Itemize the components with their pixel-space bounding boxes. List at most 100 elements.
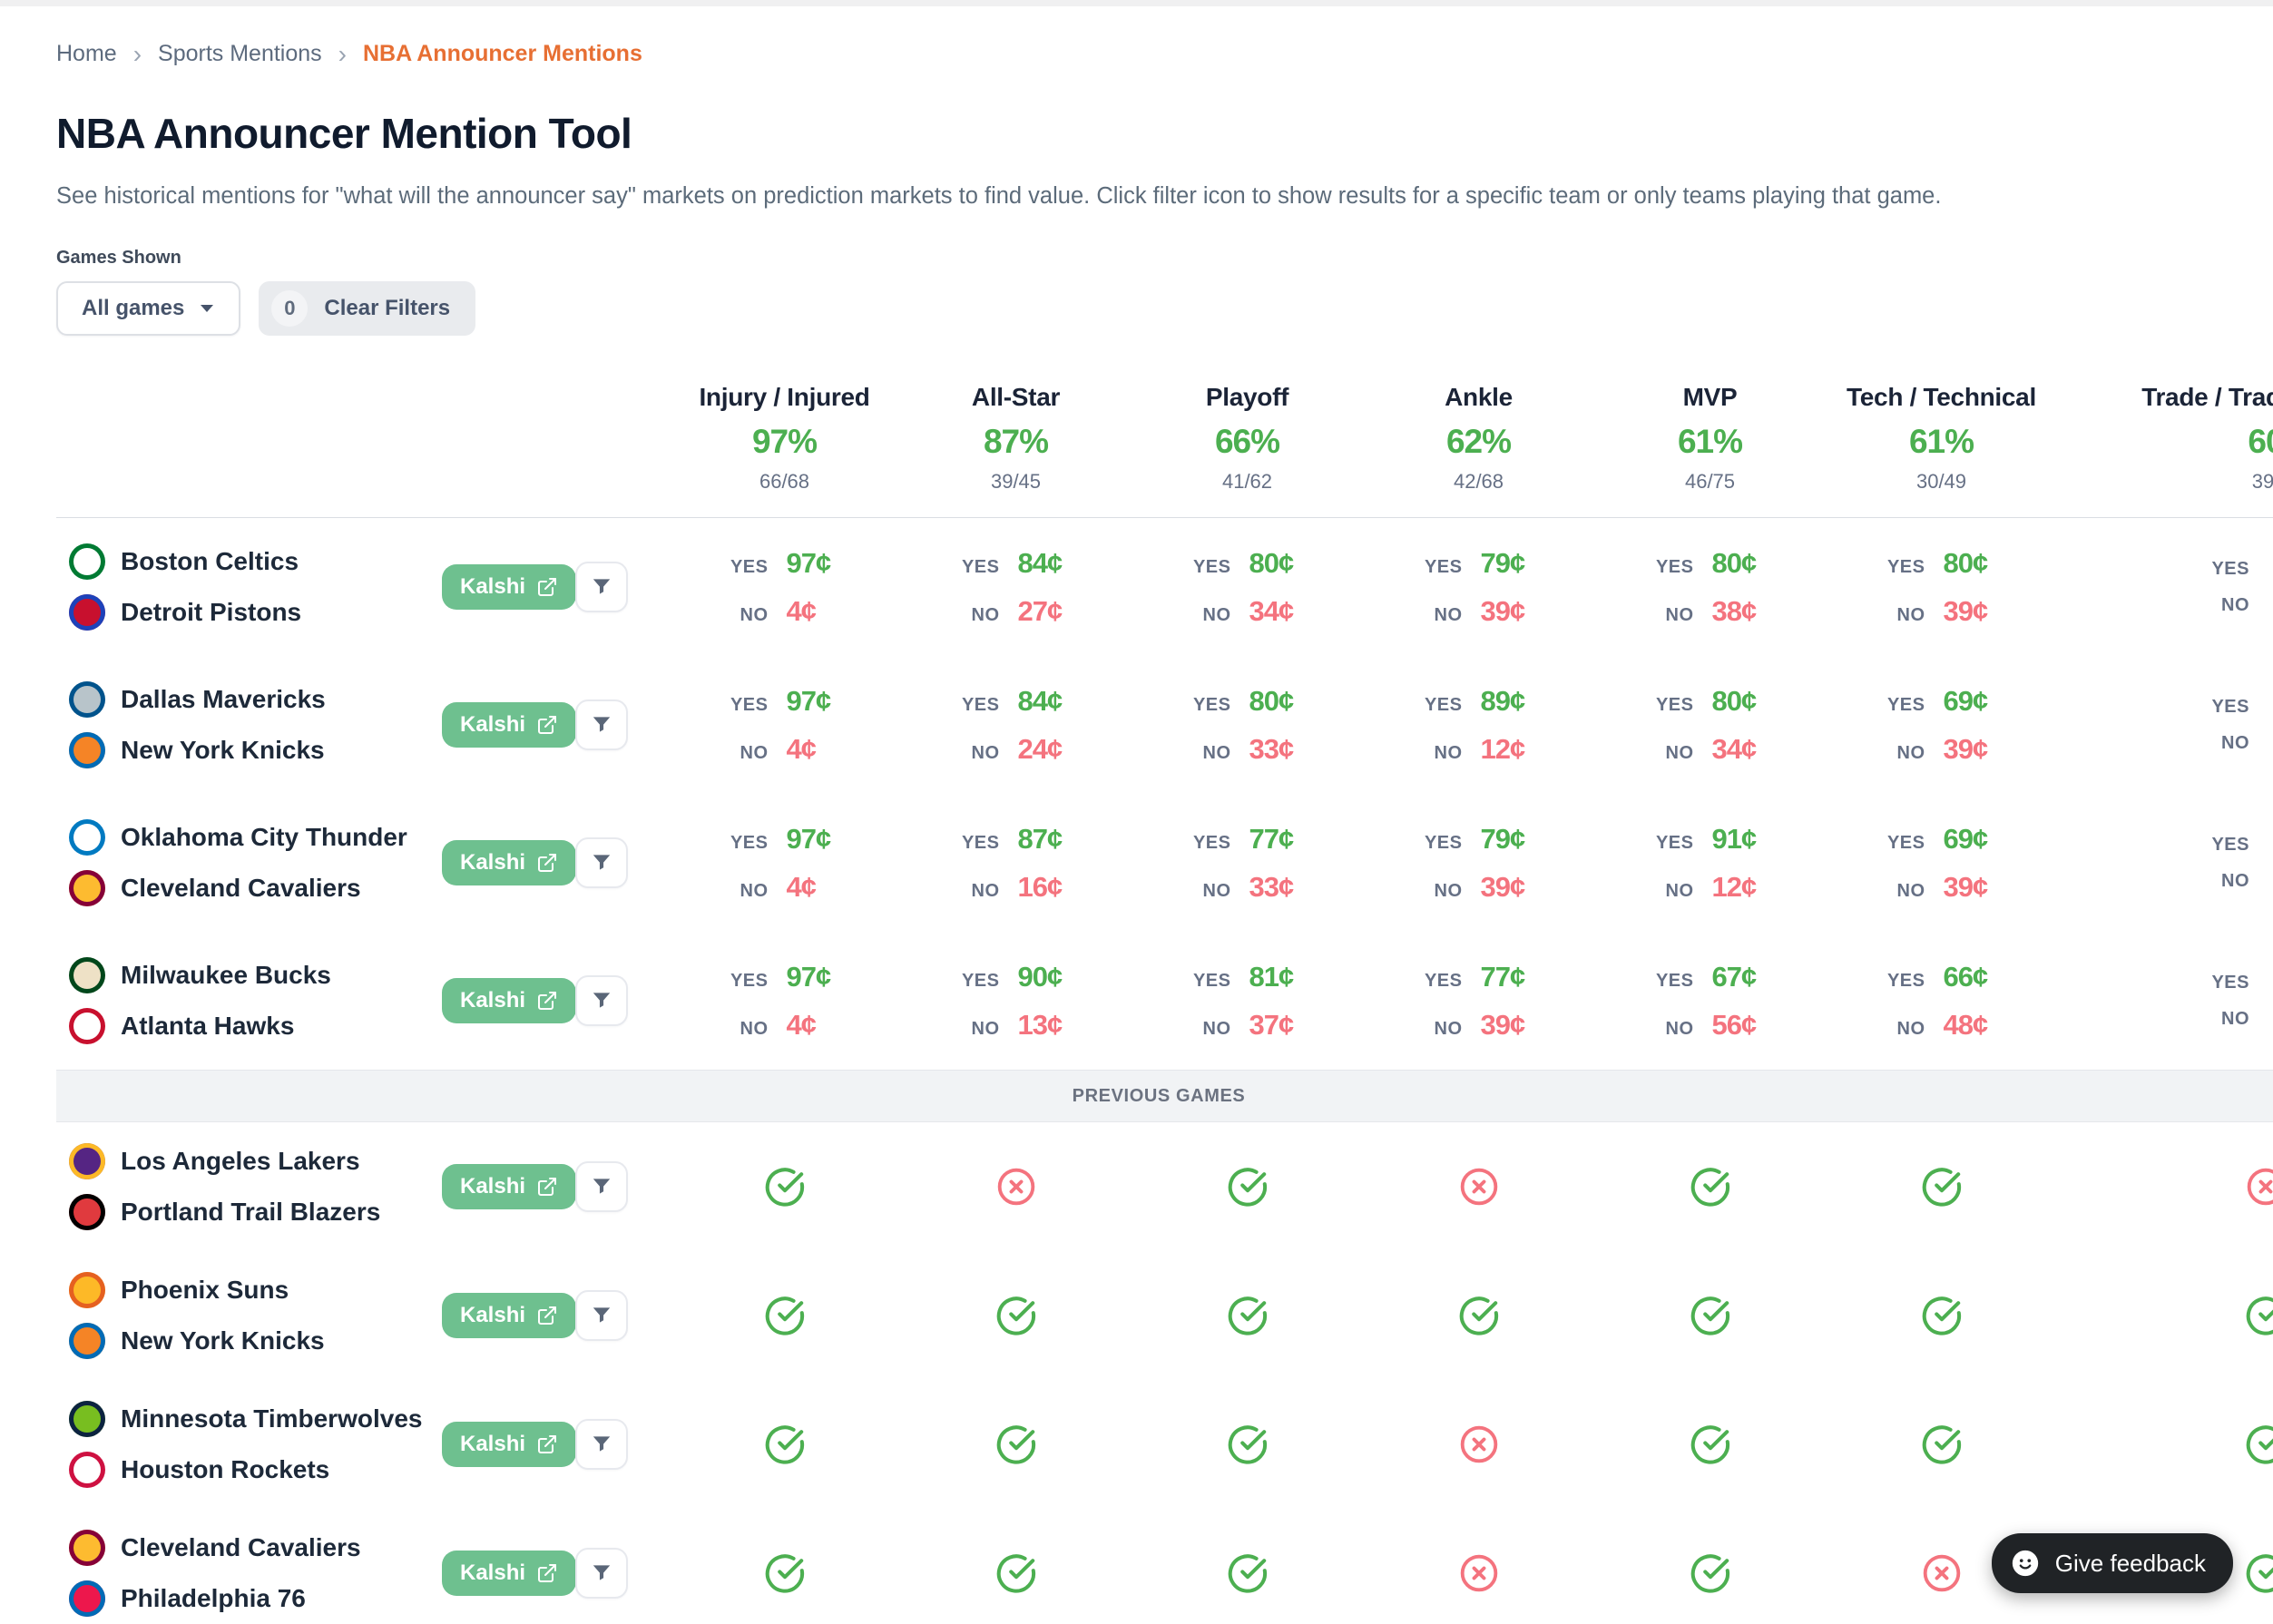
no-label: NO [1896, 1018, 1925, 1039]
kalshi-link-button[interactable]: Kalshi [442, 840, 577, 885]
yes-price: 79¢ [1480, 822, 1526, 855]
row-filter-button[interactable] [575, 837, 628, 888]
yes-label: YES [2211, 972, 2249, 993]
category-percentage: 66% [1214, 423, 1280, 460]
games-shown-dropdown[interactable]: All games [56, 281, 241, 336]
no-label: NO [1896, 880, 1925, 901]
row-filter-button[interactable] [575, 1419, 628, 1470]
no-price: 33¢ [1249, 732, 1295, 765]
kalshi-link-button[interactable]: Kalshi [442, 564, 577, 610]
market-price-cell: YES 77¢ NO 33¢ [1132, 823, 1363, 904]
kalshi-link-button[interactable]: Kalshi [442, 1422, 577, 1467]
breadcrumb-current: NBA Announcer Mentions [362, 41, 642, 66]
yes-price: 79¢ [1480, 546, 1526, 579]
yes-label: YES [961, 970, 1000, 991]
game-row: Dallas Mavericks New York Knicks Kalshi … [56, 656, 2273, 794]
no-price-row: NO 37¢ [1132, 1009, 1363, 1042]
row-filter-button[interactable] [575, 975, 628, 1026]
no-price: 27¢ [1017, 594, 1063, 627]
previous-game-row: Minnesota Timberwolves Houston Rockets K… [56, 1380, 2273, 1509]
yes-price: 90¢ [1017, 960, 1063, 993]
team-name: Los Angeles Lakers [121, 1147, 360, 1175]
market-price-cell: YES 84¢ NO 24¢ [900, 685, 1132, 766]
no-label: NO [1665, 1018, 1694, 1039]
team-logo [69, 819, 105, 856]
category-percentage: 87% [983, 423, 1049, 460]
row-filter-button[interactable] [575, 1548, 628, 1599]
no-price: 4¢ [786, 1008, 817, 1041]
yes-price-row: YES 97¢ [669, 823, 900, 856]
no-price: 33¢ [1249, 870, 1295, 903]
team-row-bottom: Portland Trail Blazers [69, 1194, 442, 1230]
yes-price: 67¢ [1711, 960, 1758, 993]
no-price: 38¢ [1711, 594, 1758, 627]
x-circle-icon [997, 1168, 1034, 1206]
team-row-top: Minnesota Timberwolves [69, 1401, 442, 1437]
result-cell [669, 1552, 900, 1594]
mentions-table: Injury / Injured 97% 66/68 All-Star 87% … [56, 383, 2273, 1624]
kalshi-link-button[interactable]: Kalshi [442, 702, 577, 748]
funnel-icon [593, 1436, 611, 1452]
category-name: MVP [1682, 383, 1738, 411]
matchup-cell: Dallas Mavericks New York Knicks [56, 681, 442, 768]
result-cell [669, 1166, 900, 1208]
category-name: Playoff [1205, 383, 1289, 411]
market-price-cell: YES 80¢ NO 39¢ [1826, 547, 2057, 628]
team-name: Milwaukee Bucks [121, 961, 331, 989]
chevron-right-icon: › [132, 39, 142, 68]
no-price-row: NO 34¢ [1594, 733, 1826, 766]
team-name: Houston Rockets [121, 1455, 330, 1483]
yes-label: YES [1424, 970, 1463, 991]
market-price-cell: YES 90¢ NO 13¢ [900, 961, 1132, 1042]
result-cell [1826, 1166, 2057, 1208]
kalshi-link-button[interactable]: Kalshi [442, 978, 577, 1023]
no-price-row: NO 33¢ [1132, 871, 1363, 904]
check-circle-icon [765, 1296, 804, 1335]
category-column-header: Ankle 62% 42/68 [1363, 383, 1594, 494]
games-shown-dropdown-value: All games [82, 296, 185, 320]
row-filter-button[interactable] [575, 562, 628, 612]
team-name: Cleveland Cavaliers [121, 874, 361, 902]
give-feedback-button[interactable]: Give feedback [1991, 1533, 2233, 1593]
kalshi-label: Kalshi [460, 1303, 526, 1327]
game-row: Milwaukee Bucks Atlanta Hawks Kalshi YES… [56, 932, 2273, 1070]
breadcrumb-home[interactable]: Home [56, 41, 117, 67]
yes-price-row: YES 67¢ [1594, 961, 1826, 993]
market-price-cell: YES 81¢ NO 37¢ [1132, 961, 1363, 1042]
yes-label: YES [961, 556, 1000, 577]
matchup-cell: Los Angeles Lakers Portland Trail Blazer… [56, 1143, 442, 1230]
category-fraction: 41/62 [1221, 470, 1273, 493]
row-filter-button[interactable] [575, 1290, 628, 1341]
kalshi-link-button[interactable]: Kalshi [442, 1164, 577, 1209]
no-label: NO [740, 604, 769, 625]
check-circle-icon [1690, 1296, 1729, 1335]
yes-price: 97¢ [786, 684, 832, 717]
yes-price-row: YES 80¢ [1594, 547, 1826, 580]
check-circle-icon [1228, 1296, 1267, 1335]
market-price-cell: YES 91¢ NO 12¢ [1594, 823, 1826, 904]
yes-label: YES [1424, 556, 1463, 577]
no-label: NO [971, 880, 1000, 901]
market-price-cell: YES NO [2057, 835, 2273, 892]
yes-price: 80¢ [1943, 546, 1989, 579]
team-name: Minnesota Timberwolves [121, 1404, 423, 1433]
x-circle-icon [1460, 1425, 1497, 1463]
yes-price-row: YES 84¢ [900, 547, 1132, 580]
team-name: Oklahoma City Thunder [121, 823, 407, 851]
no-price-row: NO [2057, 1009, 2273, 1030]
kalshi-link-button[interactable]: Kalshi [442, 1551, 577, 1596]
yes-label: YES [1655, 832, 1694, 853]
breadcrumb-sports-mentions[interactable]: Sports Mentions [158, 41, 322, 67]
no-label: NO [2221, 870, 2249, 891]
result-cell [900, 1552, 1132, 1594]
market-price-cell: YES 97¢ NO 4¢ [669, 685, 900, 766]
no-price: 12¢ [1711, 870, 1758, 903]
no-price-row: NO 39¢ [1826, 595, 2057, 628]
no-price-row: NO [2057, 733, 2273, 754]
row-filter-button[interactable] [575, 1161, 628, 1212]
clear-filters-button[interactable]: 0 Clear Filters [259, 281, 476, 336]
x-circle-icon [2247, 1168, 2273, 1206]
kalshi-link-button[interactable]: Kalshi [442, 1293, 577, 1338]
row-filter-button[interactable] [575, 699, 628, 750]
funnel-icon [593, 1307, 611, 1323]
